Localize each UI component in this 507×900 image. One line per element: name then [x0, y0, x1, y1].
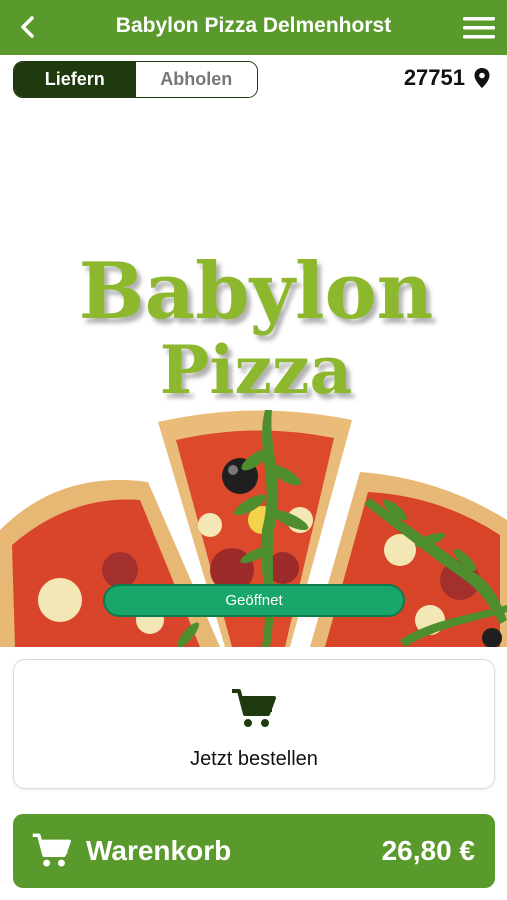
cart-icon	[32, 833, 71, 867]
order-now-label: Jetzt bestellen	[190, 748, 318, 770]
restaurant-hero-image: Babylon Pizza Geöffnet	[0, 100, 507, 647]
top-app-bar: Babylon Pizza Delmenhorst	[0, 0, 507, 55]
location-selector[interactable]: 27751	[404, 65, 491, 91]
basket-label: Warenkorb	[86, 835, 232, 866]
zip-code: 27751	[403, 65, 465, 90]
basket-total: 26,80 €	[381, 835, 475, 866]
logo-line-2: Pizza	[160, 331, 352, 409]
status-badge: Geöffnet	[103, 584, 405, 617]
hamburger-menu-icon[interactable]	[461, 13, 497, 43]
pizza-illustration: Babylon Pizza	[0, 246, 507, 647]
chevron-left-icon[interactable]	[12, 11, 44, 43]
order-now-card[interactable]: Jetzt bestellen	[13, 659, 495, 789]
page-title: Babylon Pizza Delmenhorst	[115, 14, 392, 37]
toggle-option-abholen[interactable]: Abholen	[135, 62, 257, 97]
delivery-mode-toggle: Liefern Abholen	[13, 61, 258, 98]
logo-line-1: Babylon	[79, 246, 434, 337]
cart-icon	[232, 689, 276, 727]
toggle-option-liefern[interactable]: Liefern	[14, 62, 136, 97]
location-pin-icon	[474, 68, 490, 88]
basket-button[interactable]: Warenkorb 26,80 €	[13, 814, 495, 888]
